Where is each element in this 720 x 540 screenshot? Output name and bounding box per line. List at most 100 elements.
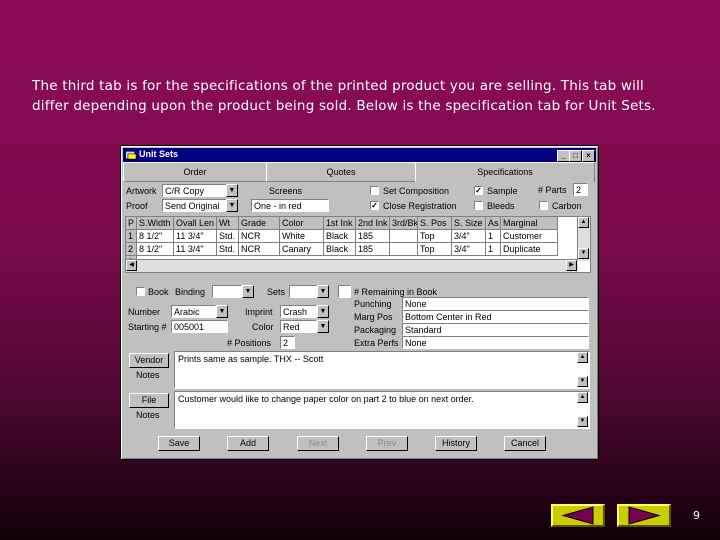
set-composition-checkbox[interactable] [370,186,379,195]
slide-description: The third tab is for the specifications … [32,76,712,116]
grid-cell[interactable]: 8 1/2" [137,230,174,243]
vendor-notes-textarea[interactable]: Prints same as sample. THX -- Scott [174,351,590,389]
artwork-select[interactable]: C/R Copy [162,184,227,197]
save-button[interactable]: Save [158,436,200,451]
sets-dropdown-icon[interactable]: ▼ [317,285,329,298]
starting-input[interactable]: 005001 [171,320,228,333]
color-select[interactable]: Red [280,320,317,333]
scroll-left-icon[interactable]: ◀ [126,260,137,271]
window-titlebar: Unit Sets _ □ × [123,148,596,162]
carbon-checkbox[interactable] [539,201,548,210]
grid-header: Wt [217,217,239,230]
margpos-input[interactable]: Bottom Center in Red [402,310,589,323]
grid-header: P [126,217,137,230]
proof-dropdown-icon[interactable]: ▼ [226,199,238,212]
number-select[interactable]: Arabic [171,305,216,318]
grid-horizontal-scrollbar[interactable]: ◀ ▶ [126,259,578,272]
grid-cell[interactable]: 1 [486,243,501,256]
grid-header: Ovall Len [174,217,217,230]
vendor-scroll-up-icon[interactable]: ▲ [577,352,588,363]
grid-cell[interactable]: Top [418,230,452,243]
grid-vertical-scrollbar[interactable]: ▲ ▼ [577,217,590,261]
file-scroll-down-icon[interactable]: ▼ [577,416,588,427]
grid-cell[interactable]: Top [418,243,452,256]
grid-cell[interactable]: Customer [501,230,558,243]
punching-label: Punching [354,299,392,309]
grid-cell[interactable]: 11 3/4" [174,243,217,256]
vendor-scroll-down-icon[interactable]: ▼ [577,376,588,387]
binding-dropdown-icon[interactable]: ▼ [242,285,254,298]
packaging-input[interactable]: Standard [402,323,589,336]
grid-cell[interactable]: 11 3/4" [174,230,217,243]
grid-cell[interactable]: 3/4" [452,243,486,256]
grid-cell[interactable]: Black [324,230,356,243]
grid-cell[interactable]: NCR [239,230,280,243]
grid-cell[interactable]: NCR [239,243,280,256]
remaining-input[interactable] [338,285,351,298]
file-notes-textarea[interactable]: Customer would like to change paper colo… [174,391,590,429]
number-dropdown-icon[interactable]: ▼ [216,305,228,318]
next-slide-button[interactable] [617,504,671,527]
grid-header: S. Pos [418,217,452,230]
window-title: Unit Sets [139,149,179,159]
table-row[interactable]: 2 8 1/2" 11 3/4" Std. NCR Canary Black 1… [126,243,578,256]
grid-cell[interactable] [390,230,418,243]
maximize-button[interactable]: □ [569,150,582,162]
close-registration-checkbox[interactable]: ✓ [370,201,379,210]
history-button[interactable]: History [435,436,477,451]
artwork-dropdown-icon[interactable]: ▼ [226,184,238,197]
grid-cell[interactable]: 185 [356,243,390,256]
parts-input[interactable]: 2 [573,183,588,196]
proof-label: Proof [126,201,148,211]
imprint-select[interactable]: Crash [280,305,317,318]
sets-select[interactable] [289,285,319,298]
grid-cell[interactable]: Duplicate [501,243,558,256]
grid-cell[interactable]: 3/4" [452,230,486,243]
parts-grid[interactable]: P S.Width Ovall Len Wt Grade Color 1st I… [125,216,591,273]
book-checkbox[interactable] [136,287,145,296]
close-button[interactable]: × [582,150,595,162]
tab-order[interactable]: Order [123,162,267,182]
next-button[interactable]: Next [297,436,339,451]
cancel-button[interactable]: Cancel [504,436,546,451]
grid-cell[interactable]: 8 1/2" [137,243,174,256]
grid-cell[interactable]: Canary [280,243,324,256]
file-notes-label: Notes [136,410,160,420]
color-dropdown-icon[interactable]: ▼ [317,320,329,333]
previous-slide-button[interactable] [551,504,605,527]
file-scroll-up-icon[interactable]: ▲ [577,392,588,403]
extraperfs-input[interactable]: None [402,336,589,349]
extraperfs-label: Extra Perfs [354,338,399,348]
screens-label: Screens [269,186,303,196]
binding-select[interactable] [212,285,242,298]
grid-cell[interactable] [390,243,418,256]
grid-cell[interactable]: Std. [217,230,239,243]
imprint-dropdown-icon[interactable]: ▼ [317,305,329,318]
sample-checkbox[interactable]: ✓ [474,186,483,195]
bleeds-checkbox[interactable] [474,201,483,210]
add-button[interactable]: Add [227,436,269,451]
scroll-down-icon[interactable]: ▼ [578,248,589,259]
grid-header: 2nd Ink [356,217,390,230]
scroll-right-icon[interactable]: ▶ [566,260,577,271]
scroll-up-icon[interactable]: ▲ [578,217,589,228]
positions-input[interactable]: 2 [280,336,295,349]
arrow-left-icon [561,506,594,525]
grid-cell[interactable]: Std. [217,243,239,256]
grid-cell[interactable]: White [280,230,324,243]
grid-cell[interactable]: Black [324,243,356,256]
table-row[interactable]: 1 8 1/2" 11 3/4" Std. NCR White Black 18… [126,230,578,243]
tab-specifications[interactable]: Specifications [415,162,595,182]
grid-cell[interactable]: 1 [486,230,501,243]
grid-header: S.Width [137,217,174,230]
prev-button[interactable]: Prev [366,436,408,451]
slide-text-line-1: The third tab is for the specifications … [32,78,645,94]
grid-cell: 1 [126,230,137,243]
grid-cell[interactable]: 185 [356,230,390,243]
screens-input[interactable]: One - in red [251,199,329,212]
vendor-button[interactable]: Vendor [129,353,169,368]
file-button[interactable]: File [129,393,169,408]
tab-quotes[interactable]: Quotes [266,162,416,182]
punching-input[interactable]: None [402,297,589,310]
proof-select[interactable]: Send Original [162,199,227,212]
